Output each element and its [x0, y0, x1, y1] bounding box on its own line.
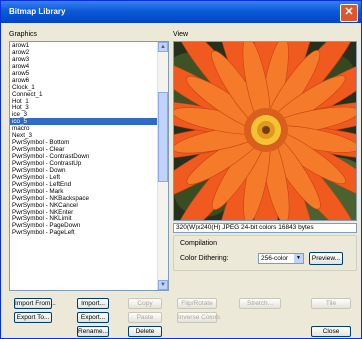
- list-item[interactable]: PwrSymbol - Down: [10, 167, 158, 174]
- graphics-list-items: arow1 arow2 arow3 arow4 arow5 arow6 Clock_1 Con…: [10, 42, 158, 236]
- export-button[interactable]: Export...: [77, 312, 109, 323]
- delete-button[interactable]: Delete: [128, 326, 162, 337]
- list-item[interactable]: PwrSymbol - Mark: [10, 188, 158, 195]
- list-item[interactable]: PwrSymbol - Bottom: [10, 139, 158, 146]
- list-item[interactable]: PwrSymbol - Left: [10, 174, 158, 181]
- flower-image: [174, 42, 356, 220]
- flip-rotate-button[interactable]: Flip/Rotate: [177, 298, 217, 309]
- list-item[interactable]: arow6: [10, 77, 158, 84]
- list-item[interactable]: arow1: [10, 42, 158, 49]
- list-item[interactable]: arow4: [10, 63, 158, 70]
- preview-button[interactable]: Preview...: [309, 252, 343, 265]
- inverse-colors-button[interactable]: Inverse Colors: [177, 312, 220, 323]
- import-button[interactable]: Import...: [77, 298, 109, 309]
- list-item[interactable]: arow3: [10, 56, 158, 63]
- title-bar[interactable]: Bitmap Library ✕: [1, 1, 361, 23]
- stretch-button[interactable]: Stretch...: [239, 298, 281, 309]
- list-item[interactable]: Next_3: [10, 132, 158, 139]
- list-item[interactable]: arow2: [10, 49, 158, 56]
- list-item[interactable]: PwrSymbol - PageLeft: [10, 229, 158, 236]
- list-item[interactable]: Clock_1: [10, 84, 158, 91]
- list-item[interactable]: macro: [10, 125, 158, 132]
- close-button[interactable]: Close: [311, 326, 351, 337]
- list-item[interactable]: ico_5: [10, 118, 158, 126]
- compilation-title: Compilation: [180, 240, 217, 247]
- list-item[interactable]: PwrSymbol - ContrastDown: [10, 153, 158, 160]
- list-item[interactable]: Hot_3: [10, 104, 158, 111]
- bitmap-preview: [173, 41, 357, 221]
- view-label: View: [173, 31, 189, 38]
- tile-button[interactable]: Tile: [311, 298, 351, 309]
- scroll-thumb[interactable]: [158, 92, 168, 182]
- list-item[interactable]: PwrSymbol - NKBackspace: [10, 195, 158, 202]
- window-title: Bitmap Library: [9, 7, 66, 16]
- scroll-down-icon[interactable]: ▼: [158, 280, 168, 290]
- list-item[interactable]: PwrSymbol - Clear: [10, 146, 158, 153]
- list-item[interactable]: Hot_1: [10, 98, 158, 105]
- scroll-up-icon[interactable]: ▲: [158, 42, 168, 52]
- list-item[interactable]: arow5: [10, 70, 158, 77]
- list-item[interactable]: PwrSymbol - NKCancel: [10, 202, 158, 209]
- close-icon[interactable]: ✕: [340, 4, 358, 22]
- graphics-label: Graphics: [9, 31, 38, 38]
- list-item[interactable]: PwrSymbol - ContrastUp: [10, 160, 158, 167]
- image-info: 320(W)x240(H) JPEG 24-bit colors 16843 b…: [173, 223, 357, 233]
- import-from-button[interactable]: Import From...: [14, 298, 56, 309]
- chevron-down-icon[interactable]: ▼: [294, 254, 303, 263]
- bitmap-library-dialog: Bitmap Library ✕ Graphics View arow1 arow…: [0, 0, 362, 339]
- color-dithering-select[interactable]: 256-color ▼: [258, 253, 304, 264]
- rename-button[interactable]: Rename...: [77, 326, 109, 337]
- color-dithering-value: 256-color: [261, 255, 289, 262]
- list-item[interactable]: PwrSymbol - PageDown: [10, 222, 158, 229]
- paste-button[interactable]: Paste: [128, 312, 162, 323]
- list-item[interactable]: PwrSymbol - NKLimit: [10, 215, 158, 222]
- graphics-list[interactable]: arow1 arow2 arow3 arow4 arow5 arow6 Clock_1 Con…: [9, 41, 169, 291]
- export-to-button[interactable]: Export To...: [14, 312, 52, 323]
- list-item[interactable]: ice_3: [10, 111, 158, 118]
- copy-button[interactable]: Copy: [128, 298, 162, 309]
- list-item[interactable]: Connect_1: [10, 91, 158, 98]
- list-item[interactable]: PwrSymbol - NKEnter: [10, 209, 158, 216]
- list-scrollbar[interactable]: ▲ ▼: [157, 42, 168, 290]
- color-dithering-label: Color Dithering:: [180, 255, 229, 262]
- list-item[interactable]: PwrSymbol - LeftEnd: [10, 181, 158, 188]
